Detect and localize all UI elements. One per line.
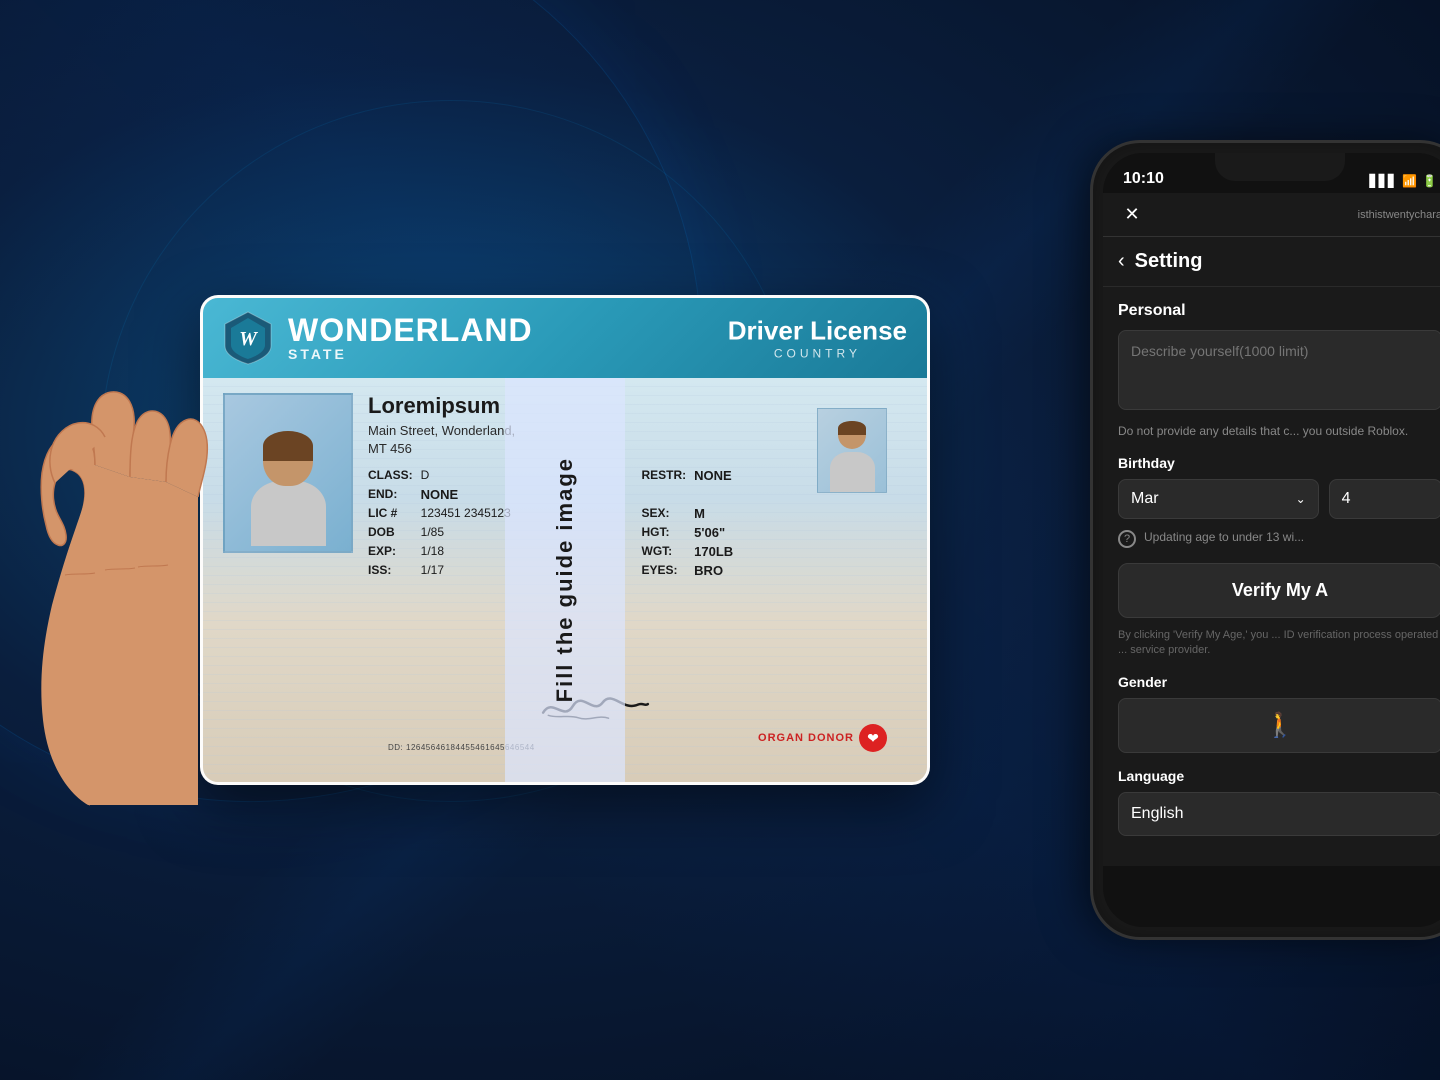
phone-mockup: 10:10 ▋▋▋ 📶 🔋 ✕ isthistwentychara ‹ [1020,90,1440,990]
hand-card-container: W WONDERLAND STATE Driver License COUNTR… [80,265,900,815]
small-photo-frame [817,408,887,493]
birthday-label: Birthday [1118,455,1440,471]
eyes-value: BRO [694,563,907,578]
age-warning-text: Updating age to under 13 wi... [1144,529,1304,546]
wgt-value: 170LB [694,544,907,559]
language-display[interactable]: English [1118,792,1440,836]
phone-notch [1215,153,1345,181]
heart-icon: ❤ [859,724,887,752]
hgt-label: HGT: [642,525,687,540]
driver-license-text: Driver License [728,316,907,347]
main-content: W WONDERLAND STATE Driver License COUNTR… [0,0,1440,1080]
sex-value: M [694,506,907,521]
id-card-area: W WONDERLAND STATE Driver License COUNTR… [80,265,900,815]
organ-donor-text: ORGAN DONOR [758,732,854,744]
signal-icon: ▋▋▋ [1369,174,1397,188]
settings-screen: ‹ Setting Personal Do not provide any de… [1103,237,1440,866]
small-person-body [830,452,875,492]
exp-label: EXP: [368,544,413,559]
small-person-hair [838,421,866,435]
day-value: 4 [1342,490,1351,508]
month-select[interactable]: Mar ⌄ [1118,479,1319,519]
language-label: Language [1118,768,1440,784]
battery-icon: 🔋 [1422,174,1437,188]
gender-label: Gender [1118,674,1440,690]
birthday-row: Mar ⌄ 4 [1118,479,1440,519]
verify-age-button[interactable]: Verify My A [1118,563,1440,618]
personal-section-label: Personal [1118,302,1440,320]
phone-screen: 10:10 ▋▋▋ 📶 🔋 ✕ isthistwentychara ‹ [1103,153,1440,927]
back-button[interactable]: ‹ [1118,250,1125,273]
eyes-label: EYES: [642,563,687,578]
info-icon: ? [1118,530,1136,548]
wgt-label: WGT: [642,544,687,559]
hgt-value: 5'06" [694,525,907,540]
age-warning: ? Updating age to under 13 wi... [1118,529,1440,548]
status-icons: ▋▋▋ 📶 🔋 [1369,174,1437,188]
restr-label: RESTR: [642,468,687,483]
gender-display[interactable]: 🚶 [1118,698,1440,753]
app-header: ✕ isthistwentychara [1103,193,1440,237]
card-info-col: Loremipsum Main Street, Wonderland, MT 4… [368,393,907,767]
country-text: COUNTRY [728,347,907,361]
end-label: END: [368,487,413,502]
lic-label: LIC # [368,506,413,521]
settings-title: Setting [1135,250,1203,273]
volume-up-button [1090,263,1092,303]
phone-outer: 10:10 ▋▋▋ 📶 🔋 ✕ isthistwentychara ‹ [1090,140,1440,940]
settings-body[interactable]: Personal Do not provide any details that… [1103,287,1440,866]
volume-down-button [1090,313,1092,353]
verify-disclaimer: By clicking 'Verify My Age,' you ... ID … [1118,628,1440,659]
dob-label: DOB [368,525,413,540]
username-display: isthistwentychara [1358,209,1440,221]
settings-header: ‹ Setting [1103,237,1440,287]
guide-overlay: Fill the guide image [505,378,625,782]
class-label: CLASS: [368,468,413,483]
person-gender-icon: 🚶 [1265,711,1295,740]
wifi-icon: 📶 [1402,174,1417,188]
guide-text: Fill the guide image [552,457,578,702]
month-value: Mar [1131,490,1159,508]
close-button[interactable]: ✕ [1118,201,1146,229]
hand-svg [30,325,350,825]
organ-donor-badge: ORGAN DONOR ❤ [758,724,887,752]
describe-textarea[interactable] [1118,330,1440,410]
language-value: English [1131,805,1183,822]
day-field[interactable]: 4 [1329,479,1440,519]
chevron-down-icon: ⌄ [1296,492,1306,506]
iss-label: ISS: [368,563,413,578]
language-section: Language English [1118,768,1440,836]
warning-text: Do not provide any details that c... you… [1118,423,1440,440]
card-right-title: Driver License COUNTRY [728,316,907,361]
sex-label: SEX: [642,506,687,521]
gender-section: Gender 🚶 [1118,674,1440,753]
status-time: 10:10 [1123,170,1164,188]
small-person-head [838,421,866,449]
